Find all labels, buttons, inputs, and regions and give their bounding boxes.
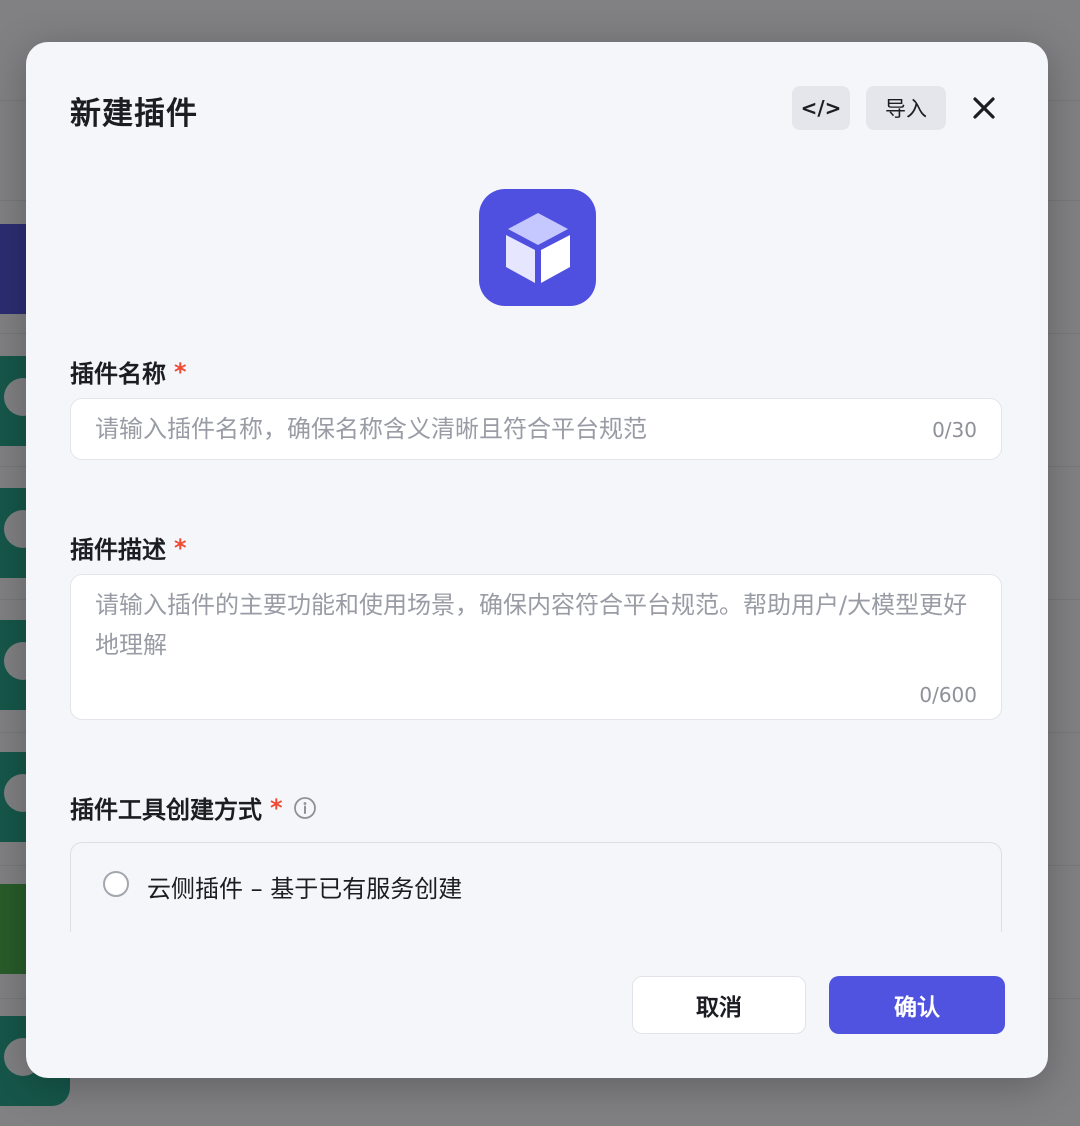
code-button[interactable]: </> bbox=[792, 86, 850, 130]
radio-option-label: 云侧插件 – 基于已有服务创建 bbox=[147, 875, 463, 903]
name-char-counter: 0/30 bbox=[932, 418, 977, 442]
info-icon[interactable] bbox=[293, 796, 317, 820]
name-label: 插件名称 * bbox=[70, 357, 187, 389]
required-mark: * bbox=[174, 357, 187, 386]
close-icon bbox=[973, 97, 995, 119]
description-char-counter: 0/600 bbox=[919, 683, 977, 707]
code-icon: </> bbox=[800, 96, 842, 120]
close-button[interactable] bbox=[962, 86, 1006, 130]
plugin-description-textarea[interactable]: 请输入插件的主要功能和使用场景，确保内容符合平台规范。帮助用户/大模型更好地理解… bbox=[70, 574, 1002, 720]
required-mark: * bbox=[270, 793, 283, 822]
radio-button[interactable] bbox=[103, 871, 129, 897]
radio-option-cloud-plugin[interactable]: 云侧插件 – 基于已有服务创建 bbox=[70, 842, 1002, 932]
description-label: 插件描述 * bbox=[70, 533, 187, 565]
dialog-title: 新建插件 bbox=[70, 96, 198, 132]
new-plugin-dialog: 新建插件 </> 导入 插件名称 * 请输入插件名称，确保名称含义清晰且符合平台规… bbox=[26, 42, 1048, 1078]
confirm-button[interactable]: 确认 bbox=[829, 976, 1005, 1034]
cancel-button[interactable]: 取消 bbox=[632, 976, 806, 1034]
plugin-avatar[interactable] bbox=[479, 189, 596, 306]
plugin-name-input[interactable]: 请输入插件名称，确保名称含义清晰且符合平台规范 0/30 bbox=[70, 398, 1002, 460]
required-mark: * bbox=[174, 533, 187, 562]
import-button[interactable]: 导入 bbox=[866, 86, 946, 130]
description-placeholder: 请输入插件的主要功能和使用场景，确保内容符合平台规范。帮助用户/大模型更好地理解 bbox=[95, 591, 968, 659]
name-placeholder: 请输入插件名称，确保名称含义清晰且符合平台规范 bbox=[95, 415, 647, 443]
cube-icon bbox=[505, 212, 570, 283]
creation-method-label: 插件工具创建方式 * bbox=[70, 790, 317, 825]
